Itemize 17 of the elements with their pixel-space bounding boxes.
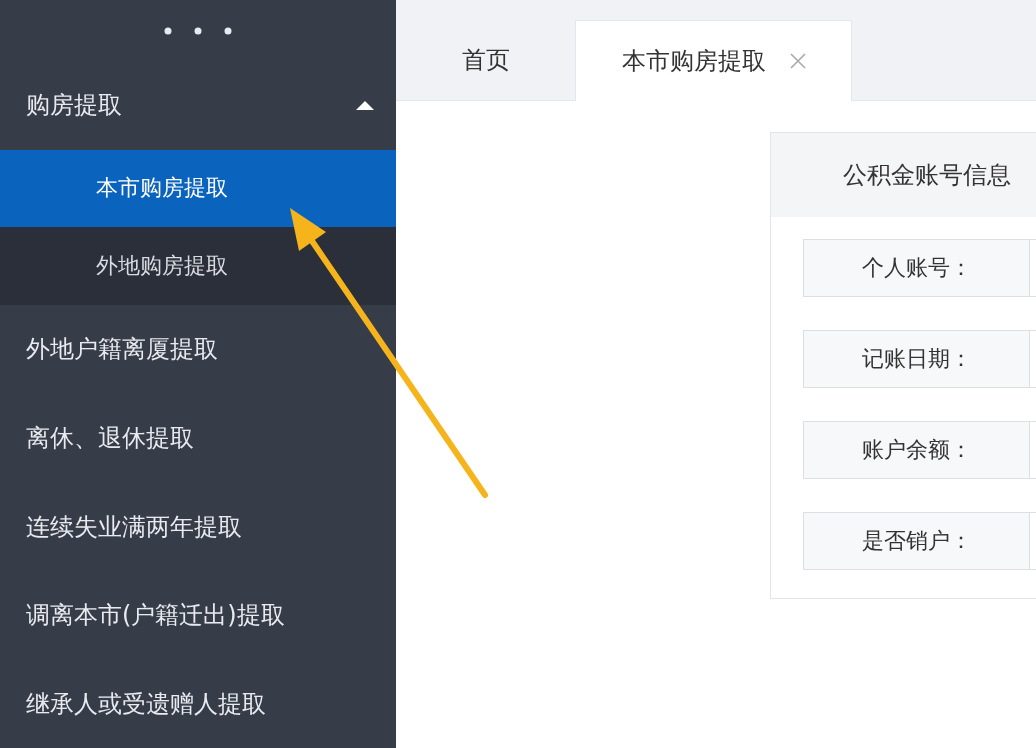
field-label: 个人账号： bbox=[803, 239, 1031, 297]
field-label: 是否销户： bbox=[803, 512, 1031, 570]
menu-item[interactable]: 外地购房提取 bbox=[0, 227, 396, 306]
field-label: 记账日期： bbox=[803, 330, 1031, 388]
menu-item[interactable]: 离休、退休提取 bbox=[0, 393, 396, 483]
caret-icon[interactable] bbox=[356, 100, 374, 111]
menu-item[interactable]: 调离本市(户籍迁出)提取 bbox=[0, 570, 396, 660]
more-icon[interactable] bbox=[163, 25, 233, 36]
card-title: 公积金账号信息 bbox=[843, 160, 1011, 191]
field-label: 账户余额： bbox=[803, 421, 1031, 479]
menu-group-label[interactable]: 购房提取 bbox=[26, 89, 122, 122]
tab[interactable]: 首页 bbox=[396, 20, 575, 100]
tab[interactable]: 本市购房提取 bbox=[575, 20, 852, 101]
menu-item[interactable]: 连续失业满两年提取 bbox=[0, 482, 396, 571]
menu-item[interactable]: 继承人或受遗赠人提取 bbox=[0, 659, 396, 748]
menu-item[interactable]: 外地户籍离厦提取 bbox=[0, 305, 396, 394]
menu-item[interactable]: 本市购房提取 bbox=[0, 149, 396, 228]
